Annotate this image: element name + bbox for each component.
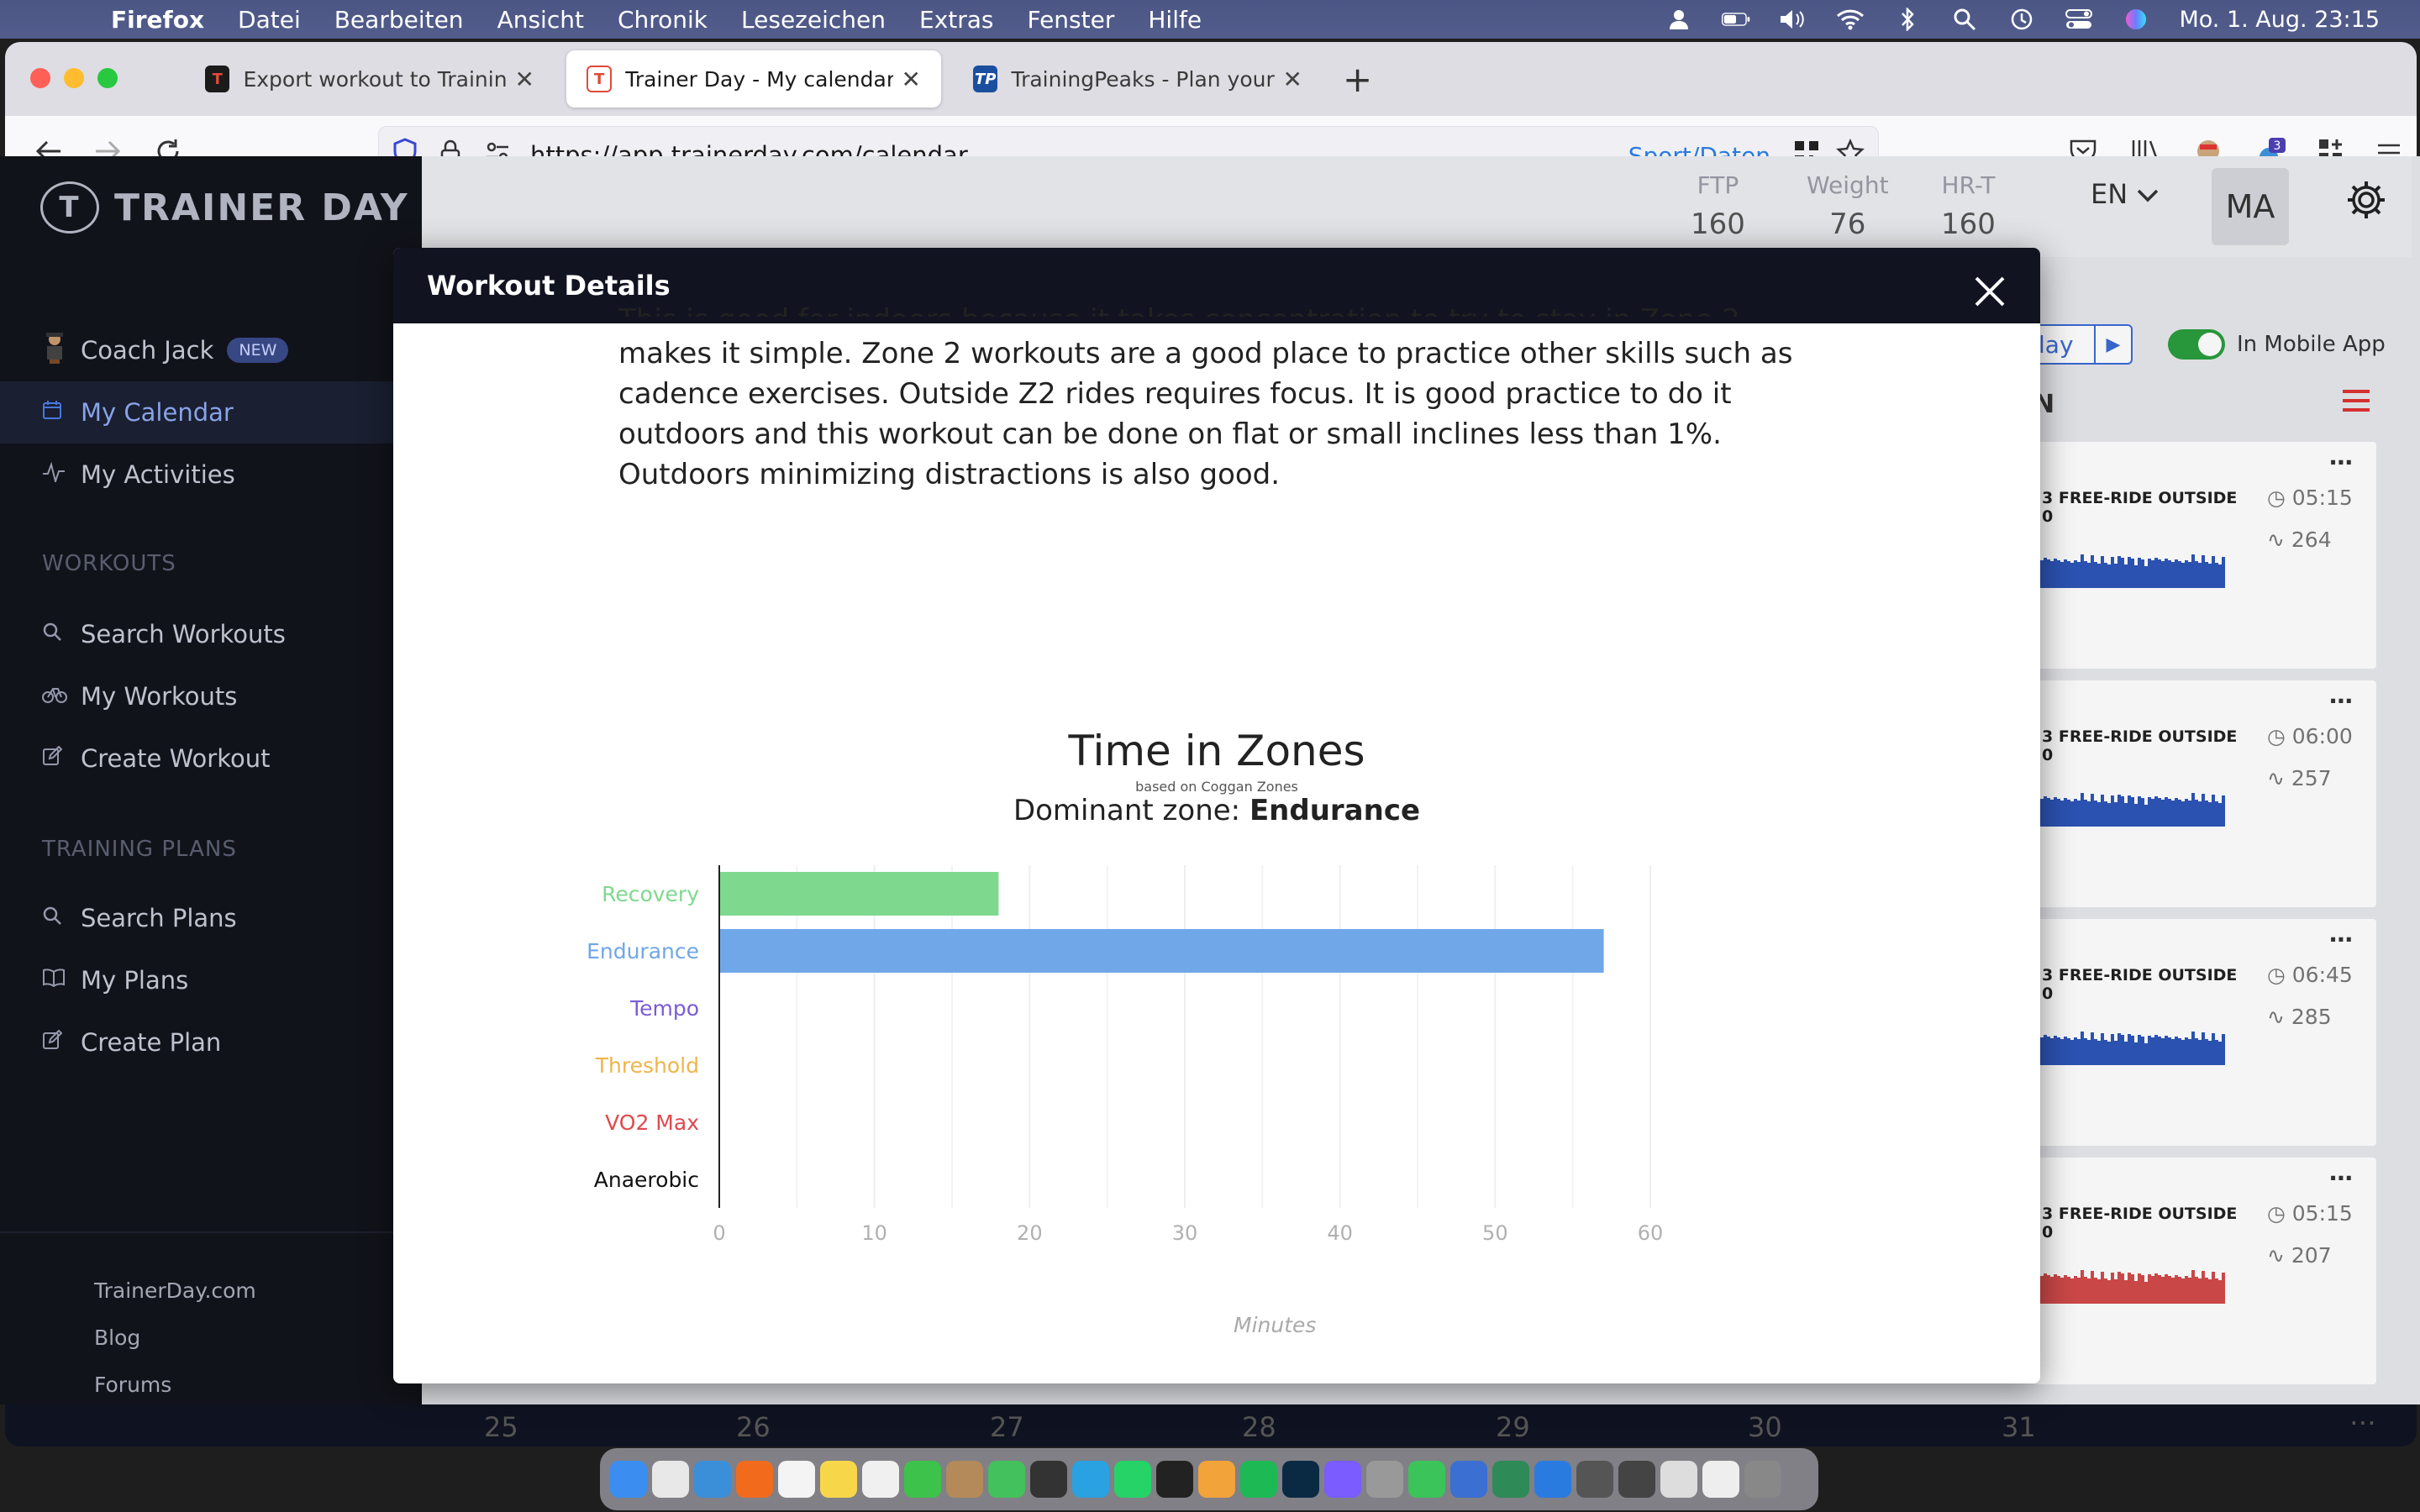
tab-close-icon[interactable]: ✕ bbox=[1283, 66, 1302, 93]
dock-app-icon[interactable] bbox=[1114, 1461, 1151, 1498]
category-label: Tempo bbox=[629, 996, 699, 1021]
x-tick-label: 50 bbox=[1482, 1221, 1508, 1245]
wifi-icon[interactable] bbox=[1836, 7, 1865, 32]
dock-app-icon[interactable] bbox=[1240, 1461, 1277, 1498]
x-tick-label: 60 bbox=[1638, 1221, 1664, 1245]
dock-app-icon[interactable] bbox=[1618, 1461, 1655, 1498]
dock-app-icon[interactable] bbox=[1366, 1461, 1403, 1498]
menu-extras[interactable]: Extras bbox=[919, 6, 994, 34]
x-tick-label: 20 bbox=[1017, 1221, 1043, 1245]
dock-app-icon[interactable] bbox=[1282, 1461, 1319, 1498]
calendar-date[interactable]: 30 bbox=[1748, 1411, 1782, 1443]
trainerday-favicon-icon: T bbox=[587, 66, 613, 92]
calendar-date[interactable]: 28 bbox=[1242, 1411, 1276, 1443]
x-tick-label: 10 bbox=[861, 1221, 887, 1245]
dock-app-icon[interactable] bbox=[1534, 1461, 1571, 1498]
category-label: Threshold bbox=[595, 1053, 699, 1078]
x-tick-label: 40 bbox=[1327, 1221, 1353, 1245]
user-icon[interactable] bbox=[1665, 7, 1693, 32]
menu-datei[interactable]: Datei bbox=[238, 6, 301, 34]
category-label: Anaerobic bbox=[594, 1168, 699, 1192]
dock-app-icon[interactable] bbox=[610, 1461, 647, 1498]
tab-close-icon[interactable]: ✕ bbox=[515, 66, 534, 93]
menu-app-name[interactable]: Firefox bbox=[111, 6, 204, 34]
time-in-zones-chart: 0 10 20 30 40 50 60 Recovery Endurance Tempo Thres… bbox=[587, 865, 1664, 1245]
calendar-date[interactable]: 27 bbox=[990, 1411, 1024, 1443]
dock-app-icon[interactable] bbox=[1072, 1461, 1109, 1498]
spotlight-search-icon[interactable] bbox=[1950, 7, 1979, 32]
window-close-button[interactable] bbox=[30, 68, 50, 88]
status-area: Mo. 1. Aug. 23:15 bbox=[1665, 0, 2380, 39]
window-minimize-button[interactable] bbox=[64, 68, 84, 88]
menu-lesezeichen[interactable]: Lesezeichen bbox=[741, 6, 886, 34]
category-label: VO2 Max bbox=[605, 1110, 699, 1135]
x-axis-label: Minutes bbox=[1234, 1313, 1317, 1337]
dock-app-icon[interactable] bbox=[1408, 1461, 1445, 1498]
calendar-date[interactable]: 29 bbox=[1496, 1411, 1530, 1443]
dock-app-icon[interactable] bbox=[652, 1461, 689, 1498]
dock-app-icon[interactable] bbox=[988, 1461, 1025, 1498]
dock-app-icon[interactable] bbox=[1324, 1461, 1361, 1498]
window-zoom-button[interactable] bbox=[97, 68, 118, 88]
control-center-icon[interactable] bbox=[2065, 7, 2093, 32]
x-tick-label: 30 bbox=[1172, 1221, 1198, 1245]
dock-app-icon[interactable] bbox=[820, 1461, 857, 1498]
time-machine-icon[interactable] bbox=[2007, 7, 2036, 32]
bar-endurance[interactable] bbox=[719, 929, 1604, 973]
calendar-date[interactable]: 26 bbox=[736, 1411, 771, 1443]
dock-app-icon[interactable] bbox=[946, 1461, 983, 1498]
trainingpeaks-favicon-icon: TP bbox=[973, 66, 998, 92]
more-options-icon[interactable]: ⋯ bbox=[2349, 1406, 2376, 1438]
siri-icon[interactable] bbox=[2122, 7, 2150, 32]
workout-details-modal: Workout Details This is good for indoors… bbox=[393, 248, 2040, 1383]
dock-app-icon[interactable] bbox=[862, 1461, 899, 1498]
dock-app-icon[interactable] bbox=[1450, 1461, 1487, 1498]
tab-trainingpeaks[interactable]: TP TrainingPeaks - Plan your training ✕ bbox=[953, 50, 1323, 108]
dock-app-icon[interactable] bbox=[1702, 1461, 1739, 1498]
x-tick-label: 0 bbox=[713, 1221, 725, 1245]
new-tab-button[interactable]: + bbox=[1343, 59, 1372, 100]
tab-export-workout[interactable]: T Export workout to Trainingspeaks ✕ bbox=[185, 50, 555, 108]
category-label: Endurance bbox=[587, 939, 699, 963]
category-label: Recovery bbox=[602, 882, 699, 906]
dock-app-icon[interactable] bbox=[1030, 1461, 1067, 1498]
trainerday-favicon-icon: T bbox=[205, 66, 230, 92]
menubar-clock[interactable]: Mo. 1. Aug. 23:15 bbox=[2179, 7, 2380, 33]
menu-chronik[interactable]: Chronik bbox=[618, 6, 708, 34]
macos-dock bbox=[600, 1448, 1818, 1510]
macos-menubar: Firefox Datei Bearbeiten Ansicht Chronik… bbox=[0, 0, 2420, 39]
dock-app-icon[interactable] bbox=[1576, 1461, 1613, 1498]
menu-hilfe[interactable]: Hilfe bbox=[1148, 6, 1202, 34]
menu-bearbeiten[interactable]: Bearbeiten bbox=[334, 6, 464, 34]
tab-title: Trainer Day - My calendar: Pratt bbox=[625, 66, 893, 92]
tab-title: TrainingPeaks - Plan your training bbox=[1011, 66, 1275, 92]
dock-app-icon[interactable] bbox=[904, 1461, 941, 1498]
tab-trainer-day-calendar[interactable]: T Trainer Day - My calendar: Pratt ✕ bbox=[566, 50, 941, 108]
tab-strip: T Export workout to Trainingspeaks ✕ T T… bbox=[5, 42, 2417, 116]
dock-app-icon[interactable] bbox=[778, 1461, 815, 1498]
dock-app-icon[interactable] bbox=[1660, 1461, 1697, 1498]
dock-app-icon[interactable] bbox=[1198, 1461, 1235, 1498]
calendar-date[interactable]: 31 bbox=[2002, 1411, 2036, 1443]
bluetooth-icon[interactable] bbox=[1893, 7, 1922, 32]
calendar-date[interactable]: 25 bbox=[484, 1411, 518, 1443]
menu-fenster[interactable]: Fenster bbox=[1028, 6, 1115, 34]
bar-recovery[interactable] bbox=[719, 872, 999, 916]
battery-icon[interactable] bbox=[1722, 7, 1750, 32]
tab-title: Export workout to Trainingspeaks bbox=[243, 66, 507, 92]
dock-app-icon[interactable] bbox=[1744, 1461, 1781, 1498]
dock-app-icon[interactable] bbox=[1492, 1461, 1529, 1498]
toolbar-badge-count: 3 bbox=[2274, 139, 2281, 153]
tab-close-icon[interactable]: ✕ bbox=[902, 66, 921, 93]
dock-app-icon[interactable] bbox=[1156, 1461, 1193, 1498]
volume-icon[interactable] bbox=[1779, 7, 1807, 32]
menu-ansicht[interactable]: Ansicht bbox=[497, 6, 584, 34]
dock-app-icon[interactable] bbox=[694, 1461, 731, 1498]
dock-app-icon[interactable] bbox=[736, 1461, 773, 1498]
